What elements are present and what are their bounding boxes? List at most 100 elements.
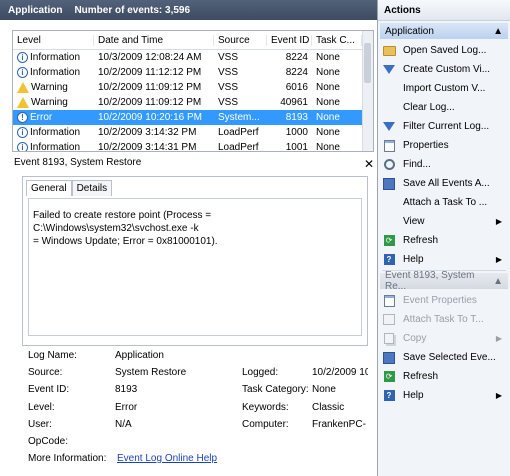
- action-refresh[interactable]: ⟳ Refresh: [378, 367, 510, 386]
- section-header-application[interactable]: Application ▲: [380, 23, 508, 39]
- action-help[interactable]: ? Help ▶: [378, 250, 510, 269]
- cell-source: VSS: [218, 67, 239, 78]
- section-header-event[interactable]: Event 8193, System Re... ▲: [380, 270, 508, 292]
- cell-level: i Information: [13, 142, 94, 151]
- properties-icon: [382, 294, 396, 307]
- action-save-selected-eve[interactable]: Save Selected Eve...: [378, 348, 510, 367]
- column-header-date[interactable]: Date and Time: [94, 34, 214, 46]
- blank-icon: [382, 83, 396, 95]
- action-import-custom-v[interactable]: Import Custom V...: [378, 79, 510, 98]
- close-icon[interactable]: ✕: [364, 157, 374, 171]
- table-row[interactable]: i Information 10/2/2009 3:14:31 PM LoadPerf…: [13, 140, 373, 151]
- collapse-icon[interactable]: ▲: [493, 26, 503, 37]
- cell-event-id: 6016: [285, 82, 308, 93]
- actions-pane: Actions Application ▲ Open Saved Log... Cr…: [378, 0, 510, 476]
- event-id-label: Event ID:: [28, 384, 70, 395]
- cell-task: None: [316, 97, 340, 108]
- cell-date: 10/2/2009 11:09:12 PM: [98, 97, 202, 108]
- action-find[interactable]: Find...: [378, 155, 510, 174]
- scrollbar-thumb[interactable]: [364, 43, 371, 83]
- action-open-saved-log[interactable]: Open Saved Log...: [378, 41, 510, 60]
- refresh-icon: ⟳: [382, 371, 396, 383]
- cell-level: Warning: [13, 97, 94, 108]
- action-label: Attach Task To T...: [403, 314, 484, 325]
- level-text: Error: [30, 112, 53, 123]
- action-create-custom-vi[interactable]: Create Custom Vi...: [378, 60, 510, 79]
- action-refresh[interactable]: ⟳ Refresh: [378, 231, 510, 250]
- cell-date: 10/2/2009 10:20:16 PM: [98, 112, 202, 123]
- log-title: Application: [8, 4, 63, 16]
- blank-icon: [382, 102, 396, 114]
- table-row[interactable]: i Information 10/2/2009 3:14:32 PM LoadPerf…: [13, 125, 373, 140]
- collapse-icon[interactable]: ▲: [493, 276, 503, 287]
- action-view[interactable]: View ▶: [378, 212, 510, 231]
- blank-icon: [382, 197, 396, 209]
- action-label: Import Custom V...: [403, 83, 486, 94]
- column-header-event-id[interactable]: Event ID: [267, 34, 312, 46]
- column-header-source[interactable]: Source: [214, 34, 267, 46]
- cell-source: LoadPerf: [218, 127, 259, 138]
- keywords-value: Classic: [312, 402, 345, 413]
- event-log-online-help-link[interactable]: Event Log Online Help: [117, 453, 217, 464]
- submenu-arrow-icon: ▶: [495, 391, 502, 400]
- submenu-arrow-icon: ▶: [495, 217, 502, 226]
- action-label: Event Properties: [403, 295, 477, 306]
- action-copy[interactable]: Copy ▶: [378, 329, 510, 348]
- cell-level: i Information: [13, 52, 94, 63]
- action-label: Filter Current Log...: [403, 121, 490, 132]
- action-attach-task-to-t[interactable]: Attach Task To T...: [378, 310, 510, 329]
- table-row[interactable]: ! Error 10/2/2009 10:20:16 PM System... 8193…: [13, 110, 373, 125]
- event-message[interactable]: Failed to create restore point (Process …: [28, 198, 362, 336]
- events-scrollbar[interactable]: [362, 31, 373, 151]
- action-label: Create Custom Vi...: [403, 64, 491, 75]
- column-header-task[interactable]: Task C...: [312, 34, 362, 46]
- tab-details[interactable]: Details: [71, 180, 113, 196]
- action-save-all-events-a[interactable]: Save All Events A...: [378, 174, 510, 193]
- application-actions-list: Open Saved Log... Create Custom Vi... Impo…: [378, 41, 510, 269]
- warning-icon: [17, 82, 29, 93]
- detail-tabs: General Details: [26, 180, 113, 196]
- filter-icon: [382, 121, 396, 133]
- cell-task: None: [316, 112, 340, 123]
- info-icon: i: [17, 142, 28, 151]
- info-icon: i: [17, 67, 28, 78]
- logged-value: 10/2/2009 10: [312, 367, 368, 378]
- action-label: Open Saved Log...: [403, 45, 487, 56]
- action-properties[interactable]: Properties: [378, 136, 510, 155]
- table-row[interactable]: i Information 10/2/2009 11:12:12 PM VSS 8224…: [13, 65, 373, 80]
- table-row[interactable]: Warning 10/2/2009 11:09:12 PM VSS 40961 None: [13, 95, 373, 110]
- action-filter-current-log[interactable]: Filter Current Log...: [378, 117, 510, 136]
- table-row[interactable]: Warning 10/2/2009 11:09:12 PM VSS 6016 None: [13, 80, 373, 95]
- event-count: Number of events: 3,596: [74, 4, 191, 16]
- cell-level: i Information: [13, 67, 94, 78]
- error-icon: !: [17, 112, 28, 123]
- properties-icon: [382, 139, 396, 152]
- event-log-pane: Application Number of events: 3,596 Leve…: [0, 0, 378, 476]
- column-header-level[interactable]: Level: [13, 34, 94, 46]
- cell-event-id: 40961: [280, 97, 308, 108]
- filter-icon: [382, 64, 396, 76]
- table-row[interactable]: i Information 10/3/2009 12:08:24 AM VSS 8224…: [13, 50, 373, 65]
- info-icon: i: [17, 127, 28, 138]
- events-table[interactable]: Level Date and Time Source Event ID Task…: [12, 30, 374, 152]
- tab-general[interactable]: General: [26, 180, 72, 196]
- event-detail-header: Event 8193, System Restore ✕: [14, 157, 374, 171]
- cell-task: None: [316, 82, 340, 93]
- cell-level: ! Error: [13, 112, 94, 123]
- cell-source: VSS: [218, 97, 239, 108]
- level-text: Warning: [31, 82, 68, 93]
- events-table-header: Level Date and Time Source Event ID Task…: [13, 31, 373, 50]
- cell-task: None: [316, 67, 340, 78]
- cell-date: 10/3/2009 12:08:24 AM: [98, 52, 202, 63]
- cell-source: VSS: [218, 52, 239, 63]
- action-help[interactable]: ? Help ▶: [378, 386, 510, 405]
- cell-date: 10/2/2009 3:14:32 PM: [98, 127, 197, 138]
- action-clear-log[interactable]: Clear Log...: [378, 98, 510, 117]
- action-label: Help: [403, 254, 424, 265]
- opcode-label: OpCode:: [28, 436, 69, 447]
- action-label: Find...: [403, 159, 431, 170]
- event-detail-title: Event 8193, System Restore: [14, 157, 142, 168]
- action-event-properties[interactable]: Event Properties: [378, 291, 510, 310]
- source-value: System Restore: [115, 367, 187, 378]
- action-attach-a-task-to[interactable]: Attach a Task To ...: [378, 193, 510, 212]
